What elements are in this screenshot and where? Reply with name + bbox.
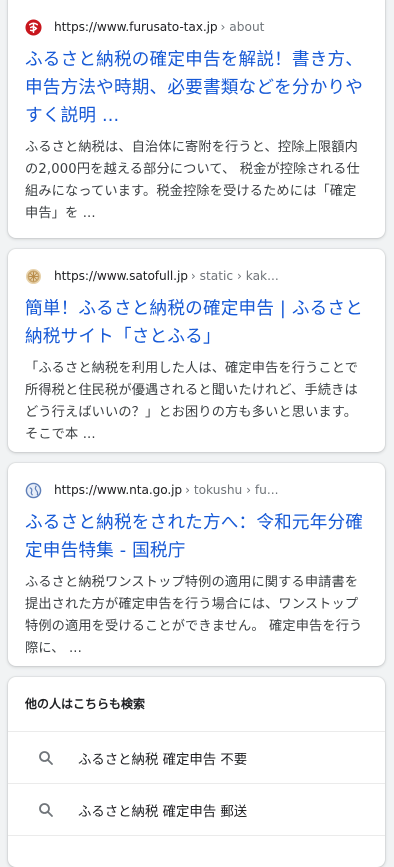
search-icon xyxy=(38,750,54,766)
result-domain: https://www.satofull.jp xyxy=(54,269,188,283)
people-also-search-header: 他の人はこちらも検索 xyxy=(8,677,385,732)
related-search-item[interactable]: ふるさと納税 確定申告 郵送 xyxy=(8,784,385,836)
related-search-label: ふるさと納税 確定申告 郵送 xyxy=(78,804,248,820)
search-result-card: https://www.satofull.jp › static › kak..… xyxy=(8,249,385,452)
result-title-link[interactable]: ふるさと納税をされた方へ：令和元年分確定申告特集 - 国税庁 xyxy=(25,509,369,565)
search-icon xyxy=(38,802,54,818)
result-path: › static › kak... xyxy=(190,269,279,283)
related-search-item[interactable]: ふるさと納税 確定申告 不要 xyxy=(8,732,385,784)
related-search-label: ふるさと納税 確定申告 不要 xyxy=(78,752,248,768)
result-url-row[interactable]: https://www.satofull.jp › static › kak..… xyxy=(25,267,369,285)
furusato-tax-logo-icon xyxy=(25,18,42,36)
result-path: › tokushu › fu... xyxy=(185,483,279,497)
result-url-row[interactable]: https://www.nta.go.jp › tokushu › fu... xyxy=(25,481,369,499)
result-path: › about xyxy=(220,20,265,34)
satofull-logo-icon xyxy=(25,268,42,284)
result-title-link[interactable]: 簡単！ふるさと納税の確定申告 | ふるさと納税サイト「さとふる」 xyxy=(25,295,369,351)
result-snippet: ふるさと納税は、自治体に寄附を行うと、控除上限額内の2,000円を越える部分につ… xyxy=(25,140,360,221)
result-title-link[interactable]: ふるさと納税の確定申告を解説！書き方、申告方法や時期、必要書類などを分かりやすく… xyxy=(25,46,369,130)
result-domain: https://www.nta.go.jp xyxy=(54,483,183,497)
people-also-search-card: 他の人はこちらも検索 ふるさと納税 確定申告 不要 ふるさと納税 確定申告 郵送 xyxy=(8,677,385,867)
result-snippet: ふるさと納税ワンストップ特例の適用に関する申請書を提出された方が確定申告を行う場… xyxy=(25,575,363,656)
search-result-card: https://www.furusato-tax.jp › about ふるさと… xyxy=(8,0,385,238)
globe-icon xyxy=(25,482,42,498)
search-result-card: https://www.nta.go.jp › tokushu › fu... … xyxy=(8,463,385,666)
result-url-row[interactable]: https://www.furusato-tax.jp › about xyxy=(25,18,369,36)
result-snippet: 「ふるさと納税を利用した人は、確定申告を行うことで所得税と住民税が優遇されると聞… xyxy=(25,361,359,442)
result-domain: https://www.furusato-tax.jp xyxy=(54,20,218,34)
